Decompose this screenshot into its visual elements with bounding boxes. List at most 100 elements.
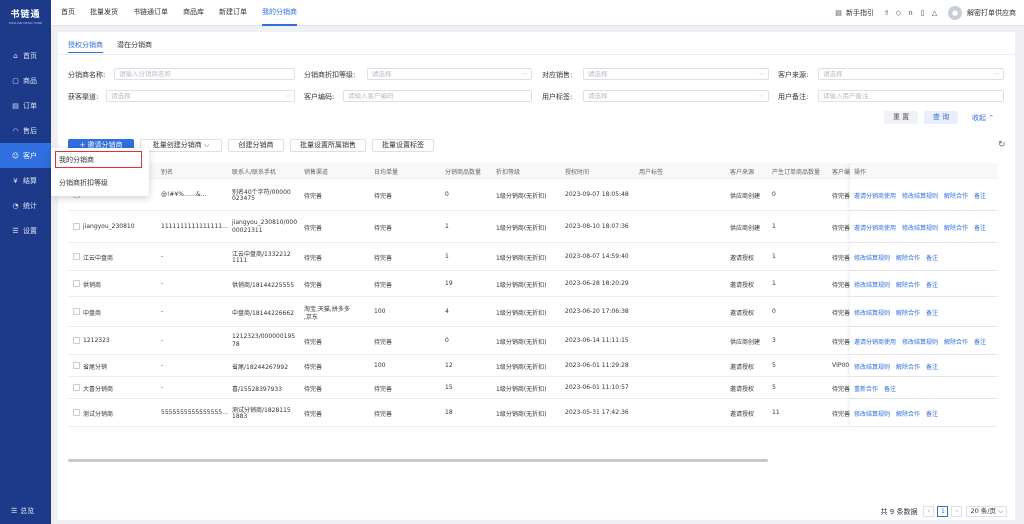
action-link[interactable]: 备注: [926, 364, 938, 371]
top-tab-5[interactable]: 我的分销商: [262, 0, 297, 26]
sales-select[interactable]: 请选择 ⌵: [583, 68, 769, 80]
action-link[interactable]: 邀请分销商使用: [854, 339, 896, 346]
tag-select[interactable]: 请选择 ⌵: [583, 90, 769, 102]
cell-count[interactable]: 0: [445, 337, 449, 344]
action-link[interactable]: 备注: [926, 411, 938, 418]
action-link[interactable]: 修改结算规则: [854, 282, 890, 289]
batch-sales-button[interactable]: 批量设置所属销售: [290, 139, 366, 152]
action-link[interactable]: 修改结算规则: [854, 255, 890, 262]
table-row[interactable]: @!#¥%……&… 别名40个字符/00000 023475 待完善 待完善 0 1级分销商…: [68, 179, 998, 211]
batch-tag-button[interactable]: 批量设置标签: [372, 139, 434, 152]
action-link[interactable]: 解除合作: [896, 364, 920, 371]
action-link[interactable]: 修改结算规则: [854, 364, 890, 371]
shield-icon[interactable]: ◇: [894, 9, 903, 17]
row-checkbox[interactable]: [73, 362, 80, 369]
submenu-my-distributors[interactable]: 我的分销商: [59, 155, 94, 165]
table-row[interactable]: 省尾分销 - 省尾/18244267992 待完善 100 12 1级分销商(无折扣) 202…: [68, 355, 998, 377]
refresh-icon[interactable]: ↻: [998, 140, 1006, 150]
source-select[interactable]: 请选择 ⌵: [818, 68, 1004, 80]
action-link[interactable]: 解除合作: [944, 193, 968, 200]
remark-input[interactable]: 请输入用户备注: [818, 90, 1004, 102]
row-checkbox[interactable]: [73, 308, 80, 315]
clipboard-icon[interactable]: ▯: [918, 9, 927, 17]
row-checkbox[interactable]: [73, 253, 80, 260]
batch-create-dropdown[interactable]: 批量创建分销商 ⌵: [140, 139, 222, 152]
action-link[interactable]: 备注: [884, 386, 896, 393]
action-link[interactable]: 备注: [974, 193, 986, 200]
user-name[interactable]: 解密打单供应商: [967, 8, 1016, 18]
table-row[interactable]: 江云中盘商 - 江云中盘商/1332212 1111 待完善 待完善 1 1级分销商(无折扣)…: [68, 243, 998, 271]
action-link[interactable]: 备注: [926, 310, 938, 317]
table-row[interactable]: 1212323 - 1212323/000000195 78 待完善 待完善 0 1级分销商(…: [68, 327, 998, 355]
next-page-icon[interactable]: ›: [951, 506, 963, 517]
cell-count[interactable]: 4: [445, 308, 449, 315]
action-link[interactable]: 解除合作: [896, 282, 920, 289]
submenu-discount-levels[interactable]: 分销商折扣等级: [59, 178, 108, 188]
tab-potential[interactable]: 潜在分销商: [117, 40, 152, 53]
prev-page-icon[interactable]: ‹: [923, 506, 935, 517]
name-input[interactable]: 请输入分销商名称: [114, 68, 295, 80]
bell-icon[interactable]: △: [930, 9, 939, 17]
row-checkbox[interactable]: [73, 384, 80, 391]
cell-count[interactable]: 1: [445, 223, 449, 230]
row-checkbox[interactable]: [73, 280, 80, 287]
sidebar-item-5[interactable]: ¥ 结算: [0, 168, 51, 193]
search-button[interactable]: 查 询: [924, 111, 958, 124]
action-link[interactable]: 修改结算规则: [902, 339, 938, 346]
cell-count[interactable]: 18: [445, 409, 453, 416]
action-link[interactable]: 修改结算规则: [854, 310, 890, 317]
top-tab-4[interactable]: 新建订单: [219, 0, 247, 26]
sidebar-item-3[interactable]: ◠ 售后: [0, 118, 51, 143]
action-link[interactable]: 修改结算规则: [854, 411, 890, 418]
action-link[interactable]: 备注: [926, 282, 938, 289]
top-tab-0[interactable]: 首页: [61, 0, 75, 26]
sidebar-item-0[interactable]: ⌂ 首页: [0, 43, 51, 68]
action-link[interactable]: 解除合作: [896, 411, 920, 418]
row-checkbox[interactable]: [73, 223, 80, 230]
cell-count[interactable]: 15: [445, 384, 453, 391]
upload-icon[interactable]: ⇪: [882, 9, 891, 17]
action-link[interactable]: 修改结算规则: [902, 193, 938, 200]
create-distributor-button[interactable]: 创建分销商: [228, 139, 284, 152]
logo[interactable]: 书链通 SHULIAN CHAIN TONG: [0, 0, 51, 30]
channel-select[interactable]: 请选择 ⌵: [106, 90, 295, 102]
row-checkbox[interactable]: [73, 409, 80, 416]
action-link[interactable]: 解除合作: [896, 310, 920, 317]
action-link[interactable]: 修改结算规则: [902, 225, 938, 232]
discount-select[interactable]: 请选择 ⌵: [367, 68, 532, 80]
cell-count[interactable]: 12: [445, 362, 453, 369]
headset-icon[interactable]: ∩: [906, 9, 915, 17]
sidebar-item-4[interactable]: ☺ 客户: [0, 143, 51, 168]
action-link[interactable]: 备注: [974, 225, 986, 232]
top-tab-1[interactable]: 批量发货: [90, 0, 118, 26]
collapse-link[interactable]: 收起 ⌃: [972, 113, 994, 123]
action-link[interactable]: 解除合作: [944, 339, 968, 346]
table-row[interactable]: 供销商 - 供销商/18144225555 待完善 待完善 19 1级分销商(无折扣) 202…: [68, 271, 998, 297]
sidebar-item-1[interactable]: ▢ 商品: [0, 68, 51, 93]
cell-count[interactable]: 1: [445, 253, 449, 260]
page-number[interactable]: 1: [937, 506, 949, 517]
top-tab-3[interactable]: 商品库: [183, 0, 204, 26]
cell-count[interactable]: 0: [445, 191, 449, 198]
reset-button[interactable]: 重 置: [884, 111, 918, 124]
sidebar-item-7[interactable]: ☰ 设置: [0, 218, 51, 243]
avatar[interactable]: ●: [948, 6, 962, 20]
horizontal-scrollbar[interactable]: [68, 459, 768, 462]
table-row[interactable]: jiangyou_230810 1111111111111111… jiangyou…: [68, 211, 998, 243]
action-link[interactable]: 解除合作: [944, 225, 968, 232]
action-link[interactable]: 邀请分销商使用: [854, 193, 896, 200]
action-link[interactable]: 邀请分销商使用: [854, 225, 896, 232]
tab-authorized[interactable]: 授权分销商: [68, 40, 103, 53]
table-row[interactable]: 大喜分销商 - 喜/15528397933 待完善 待完善 15 1级分销商(无折扣) 202…: [68, 377, 998, 399]
top-tab-2[interactable]: 书链通订单: [133, 0, 168, 26]
sidebar-item-6[interactable]: ◔ 统计: [0, 193, 51, 218]
row-checkbox[interactable]: [73, 337, 80, 344]
action-link[interactable]: 备注: [926, 255, 938, 262]
cell-count[interactable]: 19: [445, 280, 453, 287]
table-row[interactable]: 中盘商 - 中盘商/18144226662 淘宝,天猫,拼多多 ,京东 100 4 1级分销商…: [68, 297, 998, 327]
action-link[interactable]: 重新合作: [854, 386, 878, 393]
action-link[interactable]: 备注: [974, 339, 986, 346]
sidebar-item-2[interactable]: ▤ 订单: [0, 93, 51, 118]
guide-link[interactable]: ▤ 新手指引: [834, 8, 874, 18]
sidebar-overview[interactable]: ☰ 总览: [0, 504, 51, 518]
